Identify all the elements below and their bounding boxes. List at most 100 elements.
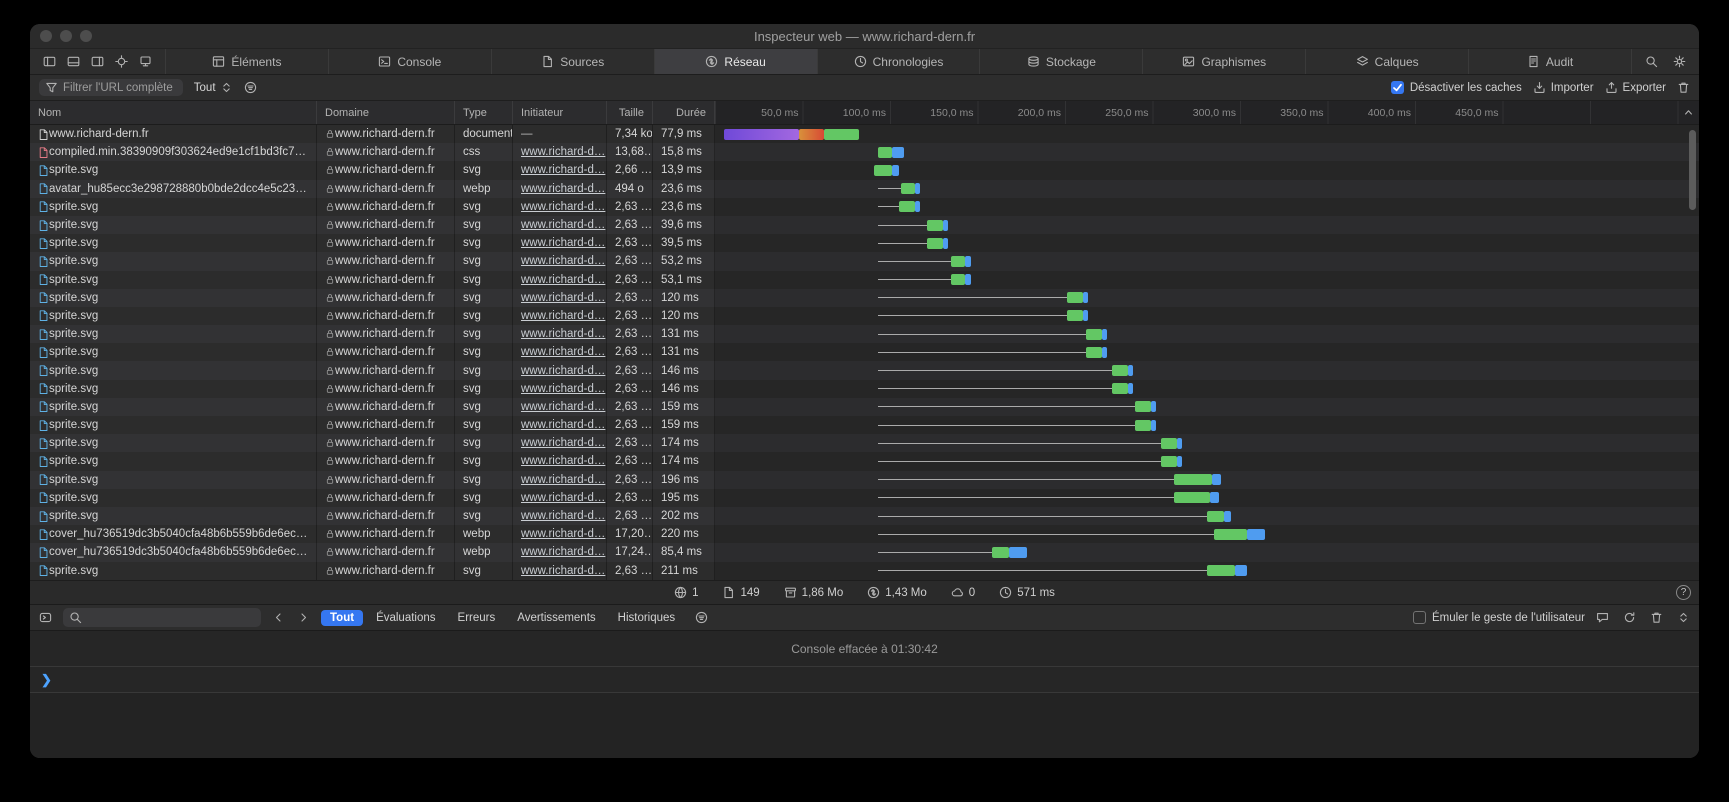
initiator-link[interactable]: www.richard-d… (521, 546, 605, 558)
tab-audit[interactable]: Audit (1468, 49, 1631, 74)
collapse-waterfall-icon[interactable] (1682, 106, 1695, 119)
initiator-link[interactable]: www.richard-d… (521, 292, 605, 304)
url-filter-input[interactable]: Filtrer l'URL complète (39, 79, 183, 96)
initiator-link[interactable]: www.richard-d… (521, 310, 605, 322)
import-button[interactable]: Importer (1533, 81, 1594, 94)
initiator-link[interactable]: www.richard-d… (521, 255, 605, 267)
tab-calques[interactable]: Calques (1305, 49, 1468, 74)
initiator-link[interactable]: www.richard-d… (521, 183, 605, 195)
network-request-row[interactable]: sprite.svgwww.richard-dern.frsvgwww.rich… (30, 289, 1699, 307)
network-request-row[interactable]: sprite.svgwww.richard-dern.frsvgwww.rich… (30, 434, 1699, 452)
network-request-row[interactable]: sprite.svgwww.richard-dern.frsvgwww.rich… (30, 471, 1699, 489)
initiator-link[interactable]: www.richard-d… (521, 146, 605, 158)
console-filter-tout[interactable]: Tout (321, 610, 363, 626)
element-picker-icon[interactable] (115, 55, 128, 68)
nav-forward-icon[interactable] (297, 611, 310, 624)
network-request-row[interactable]: sprite.svgwww.richard-dern.frsvgwww.rich… (30, 416, 1699, 434)
console-trash-icon[interactable] (1650, 611, 1663, 624)
column-header-type[interactable]: Type (455, 101, 513, 124)
disable-caches-checkbox[interactable]: Désactiver les caches (1391, 81, 1522, 94)
console-filter-historiques[interactable]: Historiques (609, 610, 685, 626)
help-button[interactable]: ? (1676, 585, 1691, 600)
network-request-row[interactable]: sprite.svgwww.richard-dern.frsvgwww.rich… (30, 380, 1699, 398)
initiator-link[interactable]: www.richard-d… (521, 492, 605, 504)
tab-chronologies[interactable]: Chronologies (817, 49, 980, 74)
network-request-row[interactable]: sprite.svgwww.richard-dern.frsvgwww.rich… (30, 452, 1699, 470)
zoom-window-button[interactable] (80, 30, 92, 42)
initiator-link[interactable]: www.richard-d… (521, 401, 605, 413)
console-filter-options-icon[interactable] (695, 611, 708, 624)
expand-console-icon[interactable] (1677, 611, 1690, 624)
emulate-user-gesture-checkbox[interactable]: Émuler le geste de l'utilisateur (1413, 611, 1585, 624)
initiator-link[interactable]: www.richard-d… (521, 383, 605, 395)
tab-reseau[interactable]: Réseau (654, 49, 817, 74)
initiator-link[interactable]: www.richard-d… (521, 164, 605, 176)
console-empty-area[interactable] (30, 693, 1699, 758)
tab-stockage[interactable]: Stockage (979, 49, 1142, 74)
network-request-row[interactable]: avatar_hu85ecc3e298728880b0bde2dcc4e5c23… (30, 180, 1699, 198)
network-request-row[interactable]: sprite.svgwww.richard-dern.frsvgwww.rich… (30, 343, 1699, 361)
network-request-row[interactable]: sprite.svgwww.richard-dern.frsvgwww.rich… (30, 507, 1699, 525)
network-request-row[interactable]: sprite.svgwww.richard-dern.frsvgwww.rich… (30, 398, 1699, 416)
initiator-link[interactable]: www.richard-d… (521, 201, 605, 213)
initiator-link[interactable]: www.richard-d… (521, 237, 605, 249)
dock-bottom-icon[interactable] (67, 55, 80, 68)
network-request-row[interactable]: sprite.svgwww.richard-dern.frsvgwww.rich… (30, 216, 1699, 234)
export-button[interactable]: Exporter (1605, 81, 1666, 94)
console-search-input[interactable] (63, 608, 261, 627)
console-filter-avertissements[interactable]: Avertissements (508, 610, 604, 626)
minimize-window-button[interactable] (60, 30, 72, 42)
network-request-row[interactable]: compiled.min.38390909f303624ed9e1cf1bd3f… (30, 143, 1699, 161)
initiator-link[interactable]: www.richard-d… (521, 419, 605, 431)
network-request-row[interactable]: cover_hu736519dc3b5040cfa48b6b559b6de6ec… (30, 543, 1699, 561)
tab-sources[interactable]: Sources (491, 49, 654, 74)
initiator-link[interactable]: www.richard-d… (521, 328, 605, 340)
column-header-taille[interactable]: Taille (607, 101, 653, 124)
initiator-link[interactable]: www.richard-d… (521, 474, 605, 486)
console-filter-erreurs[interactable]: Erreurs (449, 610, 505, 626)
clear-network-trash-icon[interactable] (1677, 81, 1690, 94)
dock-right-icon[interactable] (91, 55, 104, 68)
column-header-nom[interactable]: Nom (30, 101, 317, 124)
console-scope-icon[interactable] (39, 611, 52, 624)
close-window-button[interactable] (40, 30, 52, 42)
network-request-row[interactable]: sprite.svgwww.richard-dern.frsvgwww.rich… (30, 562, 1699, 580)
console-prompt[interactable]: ❯ (30, 667, 1699, 693)
network-request-row[interactable]: sprite.svgwww.richard-dern.frsvgwww.rich… (30, 271, 1699, 289)
filter-options-icon[interactable] (244, 81, 257, 94)
tab-graphismes[interactable]: Graphismes (1142, 49, 1305, 74)
network-request-row[interactable]: www.richard-dern.frwww.richard-dern.frdo… (30, 125, 1699, 143)
console-messages-icon[interactable] (1596, 611, 1609, 624)
network-request-row[interactable]: sprite.svgwww.richard-dern.frsvgwww.rich… (30, 489, 1699, 507)
column-header-duree[interactable]: Durée (653, 101, 715, 124)
network-request-row[interactable]: sprite.svgwww.richard-dern.frsvgwww.rich… (30, 234, 1699, 252)
gear-icon[interactable] (1673, 55, 1686, 68)
initiator-link[interactable]: www.richard-d… (521, 219, 605, 231)
initiator-link[interactable]: www.richard-d… (521, 510, 605, 522)
network-request-row[interactable]: sprite.svgwww.richard-dern.frsvgwww.rich… (30, 252, 1699, 270)
resource-type-dropdown[interactable]: Tout (194, 81, 233, 94)
column-header-initiateur[interactable]: Initiateur (513, 101, 607, 124)
tab-elements[interactable]: Éléments (165, 49, 328, 74)
initiator-link[interactable]: www.richard-d… (521, 365, 605, 377)
search-icon[interactable] (1645, 55, 1658, 68)
responsive-mode-icon[interactable] (139, 55, 152, 68)
network-request-row[interactable]: sprite.svgwww.richard-dern.frsvgwww.rich… (30, 307, 1699, 325)
clear-console-reload-icon[interactable] (1623, 611, 1636, 624)
initiator-link[interactable]: www.richard-d… (521, 455, 605, 467)
initiator-link[interactable]: www.richard-d… (521, 274, 605, 286)
vertical-scrollbar-thumb[interactable] (1689, 130, 1696, 210)
initiator-link[interactable]: www.richard-d… (521, 437, 605, 449)
initiator-link[interactable]: www.richard-d… (521, 346, 605, 358)
console-filter-evaluations[interactable]: Évaluations (367, 610, 444, 626)
network-request-row[interactable]: sprite.svgwww.richard-dern.frsvgwww.rich… (30, 361, 1699, 379)
network-request-row[interactable]: sprite.svgwww.richard-dern.frsvgwww.rich… (30, 161, 1699, 179)
tab-console[interactable]: Console (328, 49, 491, 74)
dock-left-icon[interactable] (43, 55, 56, 68)
initiator-link[interactable]: www.richard-d… (521, 565, 605, 577)
network-request-row[interactable]: sprite.svgwww.richard-dern.frsvgwww.rich… (30, 325, 1699, 343)
network-request-row[interactable]: cover_hu736519dc3b5040cfa48b6b559b6de6ec… (30, 525, 1699, 543)
column-header-domaine[interactable]: Domaine (317, 101, 455, 124)
nav-back-icon[interactable] (272, 611, 285, 624)
network-request-row[interactable]: sprite.svgwww.richard-dern.frsvgwww.rich… (30, 198, 1699, 216)
